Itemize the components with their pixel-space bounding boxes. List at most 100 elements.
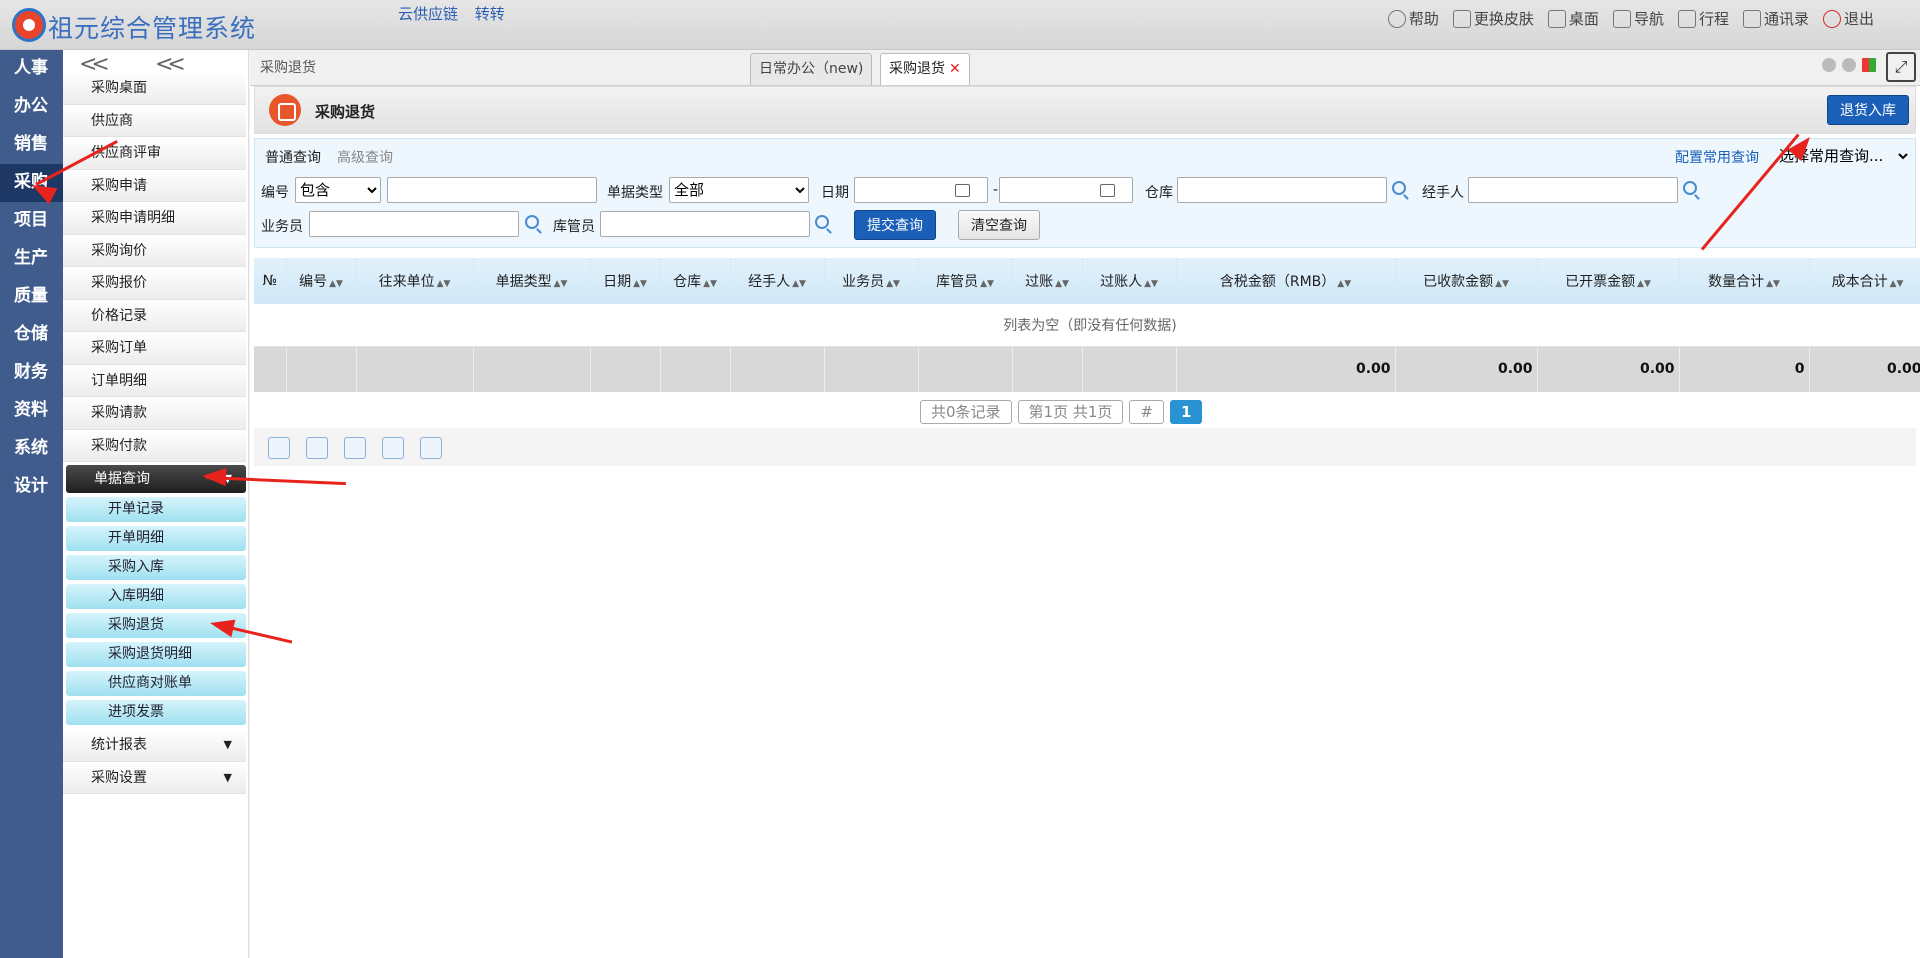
tab-purchase-return[interactable]: 采购退货 ✕ bbox=[880, 53, 970, 85]
close-icon[interactable]: ✕ bbox=[949, 61, 961, 77]
tab-advanced-query[interactable]: 高级查询 bbox=[337, 150, 393, 166]
edit-icon[interactable] bbox=[382, 437, 404, 459]
column-select-icon[interactable] bbox=[268, 437, 290, 459]
page-jump-button[interactable]: # bbox=[1129, 400, 1164, 424]
salesman-input[interactable] bbox=[309, 211, 519, 237]
search-icon[interactable] bbox=[1392, 181, 1406, 195]
sidebar-item-purchase-payment[interactable]: 采购付款 bbox=[63, 429, 246, 462]
col-label: 过账人 bbox=[1100, 274, 1143, 290]
arrow-right-icon[interactable] bbox=[1842, 58, 1856, 72]
top-link-zhuanzhuan[interactable]: 转转 bbox=[475, 5, 505, 23]
sidebar-item-price-record[interactable]: 价格记录 bbox=[63, 299, 246, 332]
module-system[interactable]: 系统 bbox=[0, 430, 63, 468]
module-design[interactable]: 设计 bbox=[0, 468, 63, 506]
help-button[interactable]: 帮助 bbox=[1387, 8, 1439, 29]
top-link-cloud-supply[interactable]: 云供应链 bbox=[398, 5, 458, 23]
clear-query-button[interactable]: 清空查询 bbox=[958, 210, 1040, 240]
sidebar-sub-input-invoice[interactable]: 进项发票 bbox=[66, 700, 246, 725]
desktop-button[interactable]: 桌面 bbox=[1547, 8, 1599, 29]
sidebar-group-purchase-settings[interactable]: 采购设置 ▼ bbox=[63, 761, 246, 794]
sidebar-group-label: 采购设置 bbox=[91, 769, 147, 786]
col-qty-total[interactable]: 数量合计 ▲▼ bbox=[1679, 258, 1810, 304]
keeper-input[interactable] bbox=[600, 211, 810, 237]
col-cost-total[interactable]: 成本合计 ▲▼ bbox=[1809, 258, 1920, 304]
no-match-select[interactable]: 包含 bbox=[295, 177, 381, 203]
sidebar-item-supplier[interactable]: 供应商 bbox=[63, 104, 246, 137]
tab-normal-query[interactable]: 普通查询 bbox=[265, 150, 321, 166]
sidebar-item-purchase-request[interactable]: 采购申请 bbox=[63, 169, 246, 202]
col-label: 数量合计 bbox=[1708, 274, 1765, 290]
col-partner[interactable]: 往来单位 ▲▼ bbox=[356, 258, 474, 304]
col-received-amount[interactable]: 已收款金额 ▲▼ bbox=[1395, 258, 1538, 304]
col-code[interactable]: 编号 ▲▼ bbox=[286, 258, 357, 304]
sidebar-sub-purchase-return-detail[interactable]: 采购退货明细 bbox=[66, 642, 246, 667]
config-common-query-link[interactable]: 配置常用查询 bbox=[1675, 147, 1759, 167]
sidebar-sub-order-detail[interactable]: 开单明细 bbox=[66, 526, 246, 551]
col-salesman[interactable]: 业务员 ▲▼ bbox=[824, 258, 919, 304]
summary-cell bbox=[824, 346, 919, 392]
fullscreen-button[interactable]: ⤢ bbox=[1886, 52, 1916, 82]
submit-query-button[interactable]: 提交查询 bbox=[854, 210, 936, 240]
module-hr[interactable]: 人事 bbox=[0, 50, 63, 88]
col-date[interactable]: 日期 ▲▼ bbox=[590, 258, 661, 304]
contacts-button[interactable]: 通讯录 bbox=[1742, 8, 1809, 29]
calendar-icon[interactable] bbox=[1100, 184, 1115, 197]
arrow-left-icon[interactable] bbox=[1822, 58, 1836, 72]
summary-tax-amount: 0.00 bbox=[1176, 346, 1396, 392]
doc-type-select[interactable]: 全部 bbox=[669, 177, 809, 203]
module-production[interactable]: 生产 bbox=[0, 240, 63, 278]
sidebar-sub-purchase-inbound[interactable]: 采购入库 bbox=[66, 555, 246, 580]
col-doc-type[interactable]: 单据类型 ▲▼ bbox=[473, 258, 591, 304]
module-project[interactable]: 项目 bbox=[0, 202, 63, 240]
sidebar-item-purchase-payment-request[interactable]: 采购请款 bbox=[63, 397, 246, 430]
calendar-icon[interactable] bbox=[955, 184, 970, 197]
module-finance[interactable]: 财务 bbox=[0, 354, 63, 392]
module-purchase[interactable]: 采购 bbox=[0, 164, 63, 202]
sort-icon: ▲▼ bbox=[553, 279, 568, 289]
navigation-button[interactable]: 导航 bbox=[1612, 8, 1664, 29]
page-1-button[interactable]: 1 bbox=[1169, 400, 1203, 424]
sidebar-sub-order-record[interactable]: 开单记录 bbox=[66, 497, 246, 522]
contacts-label: 通讯录 bbox=[1763, 10, 1809, 28]
no-label: 编号 bbox=[261, 185, 289, 201]
summary-cell bbox=[356, 346, 474, 392]
search-icon[interactable] bbox=[815, 215, 829, 229]
tab-menu-icon[interactable] bbox=[1862, 58, 1876, 72]
sidebar-item-purchase-quote[interactable]: 采购报价 bbox=[63, 267, 246, 300]
sidebar-item-order-detail[interactable]: 订单明细 bbox=[63, 364, 246, 397]
sidebar-group-statistics[interactable]: 统计报表 ▼ bbox=[63, 729, 246, 762]
col-warehouse[interactable]: 仓库 ▲▼ bbox=[660, 258, 731, 304]
sort-icon: ▲▼ bbox=[1055, 279, 1069, 289]
col-tax-amount[interactable]: 含税金额（RMB） ▲▼ bbox=[1176, 258, 1396, 304]
sidebar-item-purchase-order[interactable]: 采购订单 bbox=[63, 332, 246, 365]
change-skin-button[interactable]: 更换皮肤 bbox=[1452, 8, 1534, 29]
module-office[interactable]: 办公 bbox=[0, 88, 63, 126]
logout-button[interactable]: 退出 bbox=[1822, 8, 1874, 29]
col-keeper[interactable]: 库管员 ▲▼ bbox=[918, 258, 1013, 304]
search-icon[interactable] bbox=[1683, 181, 1697, 195]
page-icon[interactable] bbox=[306, 437, 328, 459]
col-poster[interactable]: 过账人 ▲▼ bbox=[1082, 258, 1177, 304]
sidebar-sub-supplier-statement[interactable]: 供应商对账单 bbox=[66, 671, 246, 696]
no-input[interactable] bbox=[387, 177, 597, 203]
sidebar-collapse-button[interactable]: << << bbox=[67, 50, 244, 77]
schedule-button[interactable]: 行程 bbox=[1677, 8, 1729, 29]
warehouse-input[interactable] bbox=[1177, 177, 1387, 203]
table-icon[interactable] bbox=[344, 437, 366, 459]
search-icon[interactable] bbox=[525, 215, 539, 229]
handler-input[interactable] bbox=[1468, 177, 1678, 203]
col-invoiced-amount[interactable]: 已开票金额 ▲▼ bbox=[1537, 258, 1680, 304]
module-sales[interactable]: 销售 bbox=[0, 126, 63, 164]
col-label: 过账 bbox=[1025, 274, 1054, 290]
sidebar-item-purchase-inquiry[interactable]: 采购询价 bbox=[63, 234, 246, 267]
module-storage[interactable]: 仓储 bbox=[0, 316, 63, 354]
col-handler[interactable]: 经手人 ▲▼ bbox=[730, 258, 825, 304]
col-posted[interactable]: 过账 ▲▼ bbox=[1012, 258, 1083, 304]
settings-icon[interactable] bbox=[420, 437, 442, 459]
return-inbound-button[interactable]: 退货入库 bbox=[1827, 95, 1909, 125]
tab-daily-office[interactable]: 日常办公（new) bbox=[750, 53, 873, 85]
module-data[interactable]: 资料 bbox=[0, 392, 63, 430]
module-quality[interactable]: 质量 bbox=[0, 278, 63, 316]
sidebar-sub-inbound-detail[interactable]: 入库明细 bbox=[66, 584, 246, 609]
sidebar-item-purchase-request-detail[interactable]: 采购申请明细 bbox=[63, 202, 246, 235]
